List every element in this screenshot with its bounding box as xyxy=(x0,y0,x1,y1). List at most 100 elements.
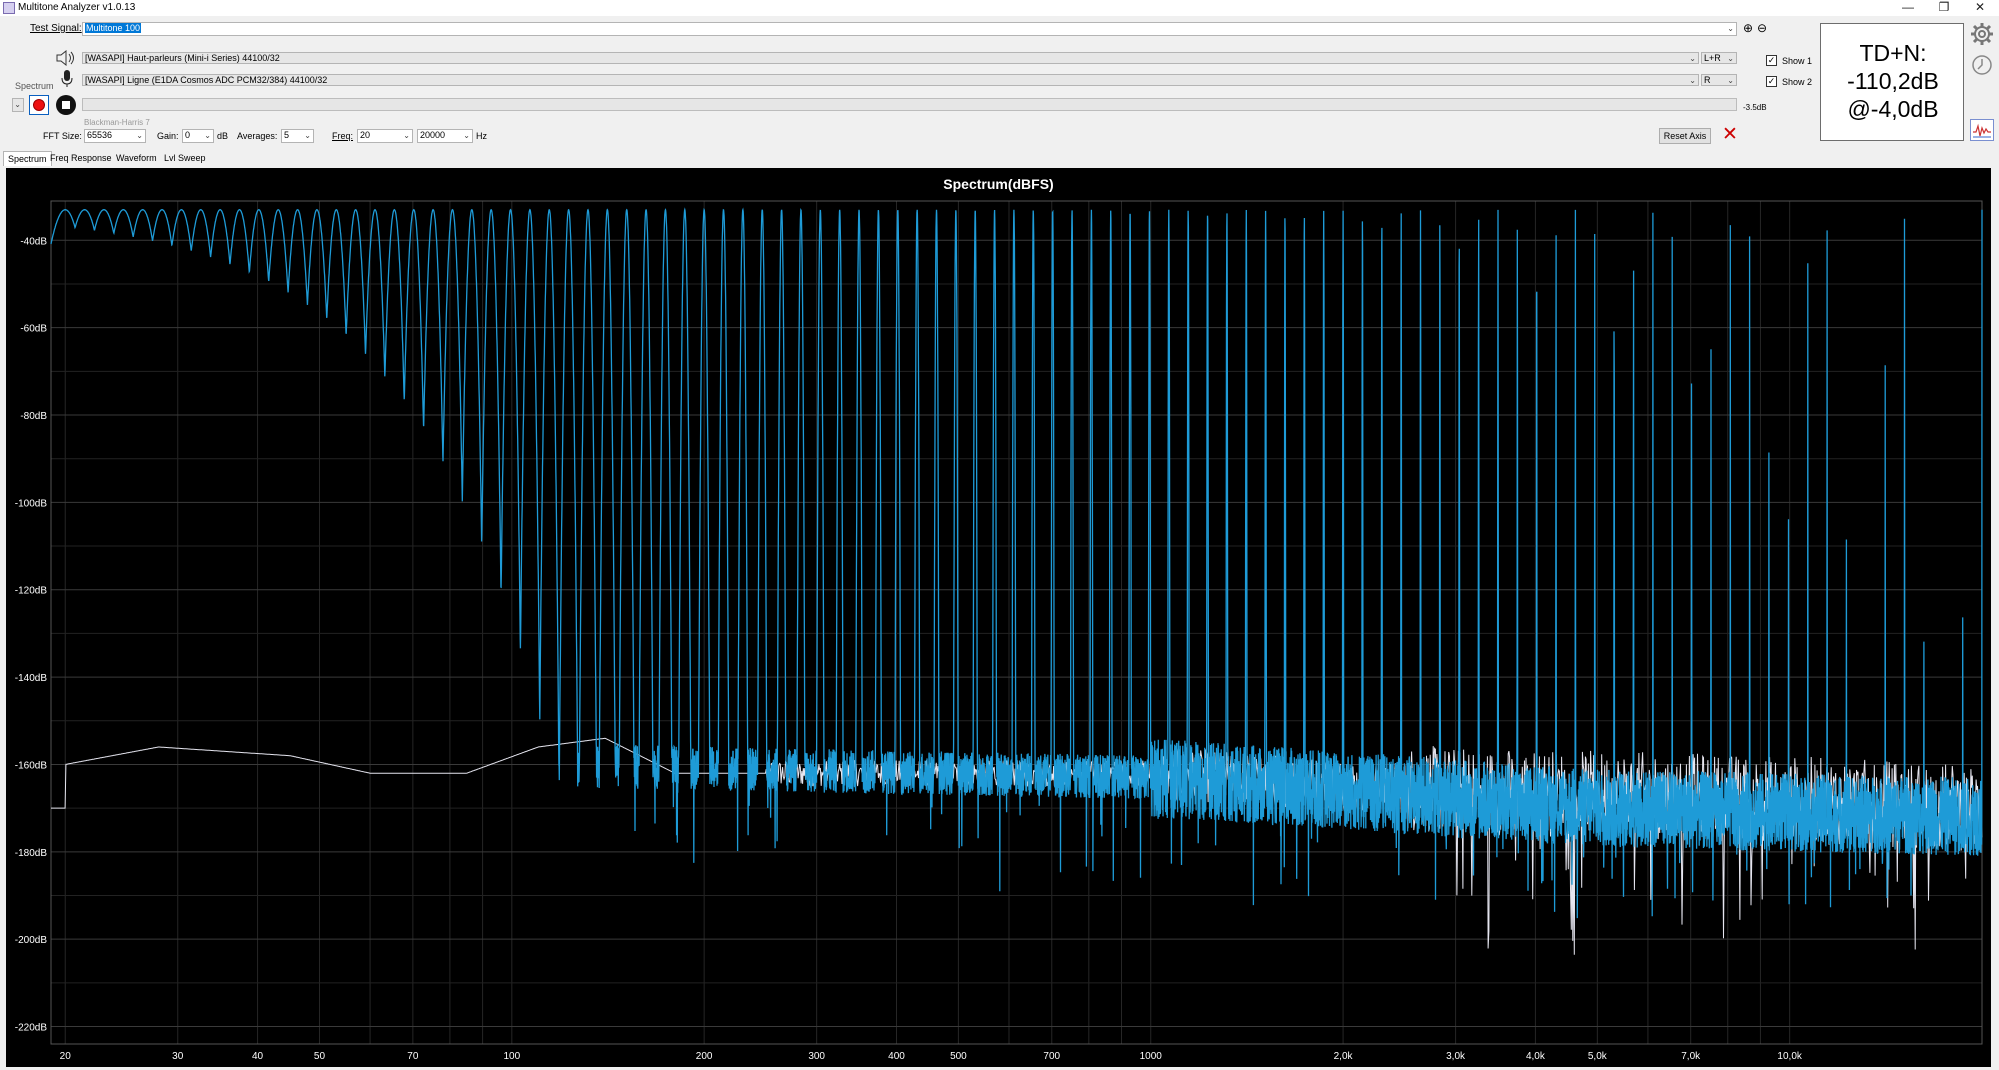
show2-label: Show 2 xyxy=(1782,77,1813,87)
fft-size-label: FFT Size: xyxy=(43,131,82,141)
input-device-value: [WASAPI] Ligne (E1DA Cosmos ADC PCM32/38… xyxy=(85,75,328,85)
level-readout: -3.5dB xyxy=(1743,103,1767,112)
chart-title: Spectrum(dBFS) xyxy=(943,176,1054,192)
freq-label: Freq: xyxy=(332,131,354,141)
chevron-down-icon: ⌄ xyxy=(14,100,21,109)
x-tick-label: 100 xyxy=(503,1051,520,1062)
x-tick-label: 400 xyxy=(888,1051,905,1062)
y-tick-label: -120dB xyxy=(15,586,48,597)
record-icon xyxy=(33,99,45,111)
thd-readout-panel: TD+N: -110,2dB @-4,0dB xyxy=(1820,23,1964,141)
x-tick-label: 2,0k xyxy=(1334,1051,1354,1062)
tab-waveform[interactable]: Waveform xyxy=(112,151,161,165)
chevron-down-icon: ⌄ xyxy=(304,131,311,140)
chevron-down-icon: ⌄ xyxy=(1727,24,1734,33)
close-red-icon[interactable]: ✕ xyxy=(1722,125,1738,144)
y-tick-label: -220dB xyxy=(15,1023,48,1034)
clock-icon[interactable] xyxy=(1971,54,1993,76)
stop-icon xyxy=(62,101,70,109)
chevron-down-icon: ⌄ xyxy=(204,131,211,140)
x-tick-label: 4,0k xyxy=(1526,1051,1546,1062)
input-device-select[interactable]: [WASAPI] Ligne (E1DA Cosmos ADC PCM32/38… xyxy=(82,74,1699,86)
output-channel-value: L+R xyxy=(1704,53,1721,63)
x-tick-label: 10,0k xyxy=(1777,1051,1802,1062)
show1-checkbox[interactable]: ✓ xyxy=(1766,55,1777,66)
output-channel-select[interactable]: L+R ⌄ xyxy=(1701,52,1737,64)
test-signal-value: Multitone 100 xyxy=(85,23,142,33)
title-bar: Multitone Analyzer v1.0.13 — ❐ ✕ xyxy=(0,0,1999,16)
chevron-down-icon: ⌄ xyxy=(463,131,470,140)
gain-unit-label: dB xyxy=(217,131,229,141)
mode-dropdown[interactable]: ⌄ xyxy=(12,98,24,112)
tab-lvl-sweep[interactable]: Lvl Sweep xyxy=(160,151,210,165)
chevron-down-icon: ⌄ xyxy=(1727,54,1734,63)
chevron-down-icon: ⌄ xyxy=(403,131,410,140)
y-tick-label: -100dB xyxy=(15,498,48,509)
chevron-down-icon: ⌄ xyxy=(136,131,143,140)
x-tick-label: 7,0k xyxy=(1681,1051,1701,1062)
chevron-down-icon: ⌄ xyxy=(1727,76,1734,85)
chevron-down-icon: ⌄ xyxy=(1689,54,1696,63)
chevron-down-icon: ⌄ xyxy=(1689,76,1696,85)
x-tick-label: 500 xyxy=(950,1051,967,1062)
tab-spectrum[interactable]: Spectrum xyxy=(3,151,52,166)
averages-select[interactable]: 5 ⌄ xyxy=(281,129,314,143)
freq-min-select[interactable]: 20 ⌄ xyxy=(357,129,413,143)
spectrum-chart-panel[interactable]: -40dB -60dB -80dB -100dB -120dB -140dB -160dB -… xyxy=(6,168,1991,1067)
window-title: Multitone Analyzer v1.0.13 xyxy=(18,2,136,13)
freq-max-select[interactable]: 20000 ⌄ xyxy=(417,129,473,143)
record-button[interactable] xyxy=(29,95,49,115)
stop-button[interactable] xyxy=(56,95,76,115)
series-multitone-spectrum xyxy=(50,207,1983,919)
gain-select[interactable]: 0 ⌄ xyxy=(182,129,214,143)
x-tick-label: 300 xyxy=(808,1051,825,1062)
test-signal-label: Test Signal: xyxy=(30,23,82,34)
restore-button[interactable]: ❐ xyxy=(1926,0,1962,16)
y-tick-label: -80dB xyxy=(20,411,47,422)
thd-label: TD+N: xyxy=(1859,40,1927,66)
show1-label: Show 1 xyxy=(1782,56,1813,66)
reset-axis-button[interactable]: Reset Axis xyxy=(1659,128,1711,144)
microphone-icon xyxy=(61,70,73,88)
gear-icon[interactable] xyxy=(1970,22,1994,46)
thd-value: -110,2dB xyxy=(1847,68,1939,94)
freq-min-value: 20 xyxy=(360,130,371,140)
output-device-value: [WASAPI] Haut-parleurs (Mini-i Series) 4… xyxy=(85,53,280,63)
y-tick-label: -160dB xyxy=(15,760,48,771)
x-tick-label: 30 xyxy=(172,1051,184,1062)
y-tick-label: -180dB xyxy=(15,848,48,859)
speaker-icon xyxy=(55,49,77,67)
minimize-button[interactable]: — xyxy=(1890,0,1926,16)
gain-label: Gain: xyxy=(157,131,179,141)
window-function-label: Blackman-Harris 7 xyxy=(84,118,150,127)
input-channel-select[interactable]: R ⌄ xyxy=(1701,74,1737,86)
fft-size-select[interactable]: 65536 ⌄ xyxy=(84,129,146,143)
output-device-select[interactable]: [WASAPI] Haut-parleurs (Mini-i Series) 4… xyxy=(82,52,1699,64)
mode-label: Spectrum xyxy=(15,81,54,91)
x-tick-label: 40 xyxy=(252,1051,264,1062)
x-tick-label: 200 xyxy=(696,1051,713,1062)
x-tick-label: 700 xyxy=(1043,1051,1060,1062)
y-tick-label: -200dB xyxy=(15,935,48,946)
x-tick-label: 1000 xyxy=(1140,1051,1163,1062)
close-button[interactable]: ✕ xyxy=(1962,0,1998,16)
spectrum-chart[interactable]: -40dB -60dB -80dB -100dB -120dB -140dB -160dB -… xyxy=(6,168,1991,1067)
y-tick-label: -140dB xyxy=(15,673,48,684)
tab-freq-response[interactable]: Freq Response xyxy=(46,151,116,165)
waveform-view-icon[interactable] xyxy=(1970,119,1994,141)
fft-size-value: 65536 xyxy=(87,130,113,140)
remove-signal-icon[interactable]: ⊖ xyxy=(1757,21,1767,35)
add-signal-icon[interactable]: ⊕ xyxy=(1743,21,1753,35)
thd-level: @-4,0dB xyxy=(1847,96,1939,122)
level-meter xyxy=(82,98,1737,111)
averages-label: Averages: xyxy=(237,131,278,141)
freq-max-value: 20000 xyxy=(420,130,446,140)
show2-checkbox[interactable]: ✓ xyxy=(1766,76,1777,87)
x-tick-label: 70 xyxy=(407,1051,419,1062)
x-tick-label: 5,0k xyxy=(1588,1051,1608,1062)
gain-value: 0 xyxy=(185,130,191,140)
x-tick-label: 50 xyxy=(314,1051,326,1062)
test-signal-select[interactable]: Multitone 100 ⌄ xyxy=(82,22,1737,36)
input-channel-value: R xyxy=(1704,75,1711,85)
app-icon xyxy=(3,2,15,14)
